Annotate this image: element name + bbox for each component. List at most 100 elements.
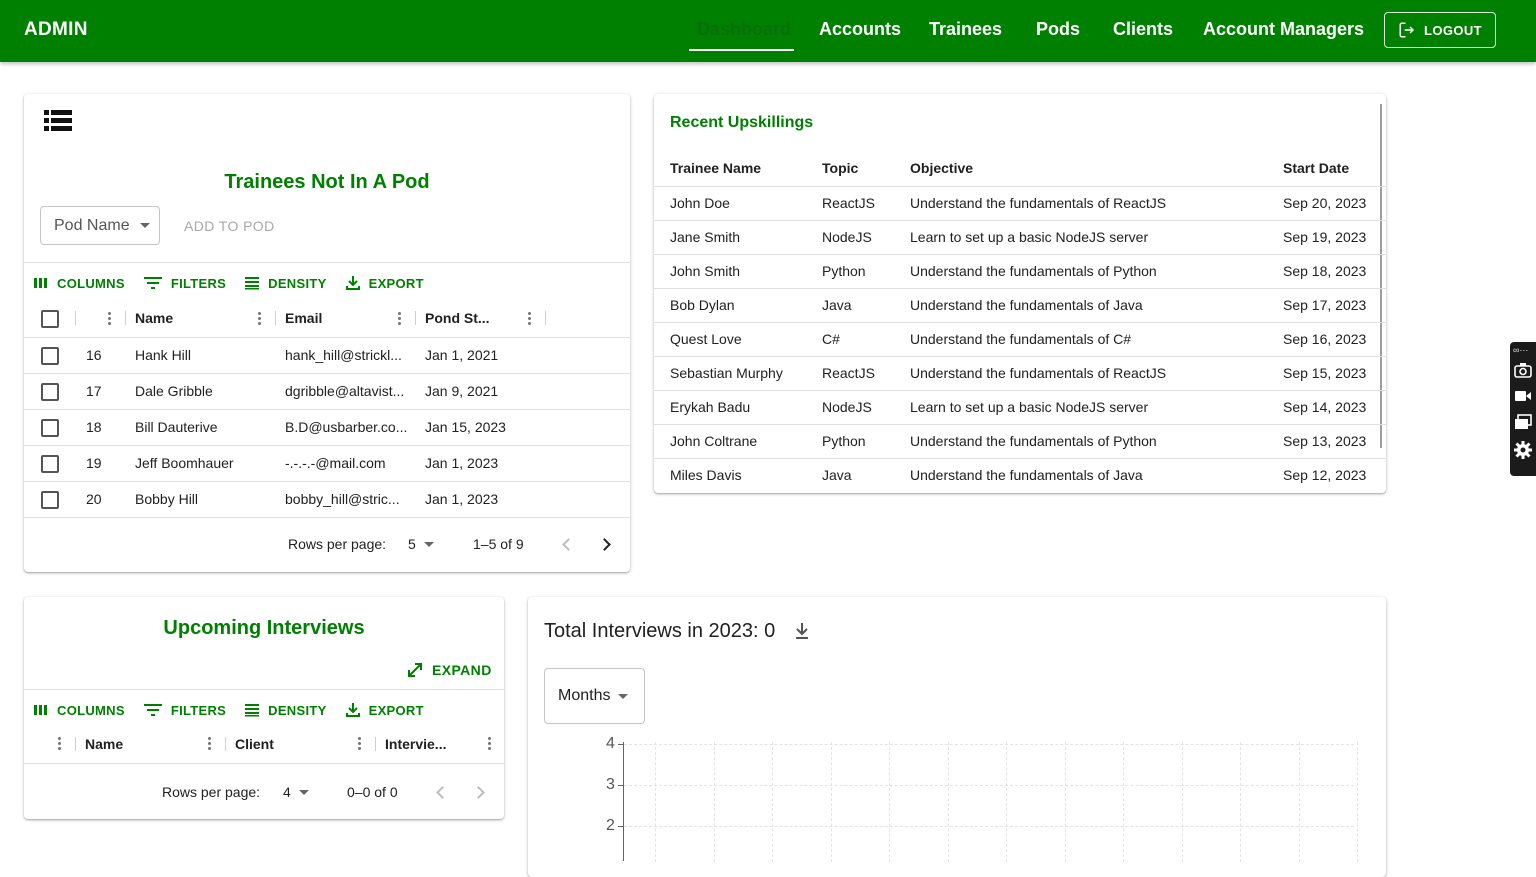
row-trainee-name: Miles Davis: [670, 467, 742, 483]
nav-account-managers[interactable]: Account Managers: [1203, 19, 1364, 40]
row-divider: [654, 424, 1386, 425]
y-tick-label: 4: [606, 735, 615, 752]
column-menu-icon[interactable]: [528, 312, 532, 326]
row-topic: Java: [822, 297, 852, 313]
camera-icon[interactable]: [1514, 362, 1532, 378]
export-button[interactable]: EXPORT: [345, 275, 424, 291]
density-label: DENSITY: [268, 275, 327, 291]
columns-icon: [34, 278, 47, 288]
trainees-not-in-pod-card: Trainees Not In A Pod Pod Name ADD TO PO…: [24, 94, 630, 572]
window-icon[interactable]: [1514, 414, 1532, 430]
row-topic: Python: [822, 263, 866, 279]
list-view-icon[interactable]: [44, 110, 72, 132]
gear-icon[interactable]: [1513, 440, 1533, 460]
filters-button[interactable]: FILTERS: [143, 276, 226, 291]
column-menu-icon[interactable]: [358, 737, 362, 751]
row-checkbox[interactable]: [41, 383, 59, 401]
link-icon[interactable]: ∞⋯: [1513, 345, 1528, 356]
trainees-grid-toolbar: COLUMNS FILTERS DENSITY EXPORT: [33, 275, 442, 291]
y-tick-label: 2: [606, 817, 615, 834]
rows-per-page-select[interactable]: 4: [283, 784, 309, 800]
columns-label: COLUMNS: [57, 275, 125, 291]
grid-line-vertical: [655, 742, 656, 862]
column-header-client[interactable]: Client: [235, 736, 274, 752]
row-objective: Understand the fundamentals of ReactJS: [910, 365, 1167, 381]
column-separator: [75, 737, 76, 751]
grid-line-vertical: [947, 742, 949, 862]
grid-line-vertical: [889, 742, 890, 862]
nav-pods[interactable]: Pods: [1036, 19, 1080, 40]
row-id: 20: [86, 491, 102, 507]
density-button[interactable]: DENSITY: [244, 276, 326, 291]
column-menu-icon[interactable]: [258, 312, 262, 326]
column-menu-icon[interactable]: [58, 737, 62, 751]
row-name: Hank Hill: [135, 347, 192, 363]
column-menu-icon[interactable]: [488, 737, 492, 751]
logout-button[interactable]: LOGOUT: [1384, 12, 1496, 48]
row-checkbox[interactable]: [41, 491, 59, 509]
grid-line-vertical: [713, 742, 715, 862]
logout-label: LOGOUT: [1423, 22, 1482, 38]
row-objective: Understand the fundamentals of Java: [910, 297, 1143, 313]
pod-name-select[interactable]: Pod Name: [40, 206, 160, 245]
grid-line-horizontal: [624, 744, 1354, 745]
row-topic: ReactJS: [822, 365, 875, 381]
rows-per-page-select[interactable]: 5: [408, 536, 434, 552]
density-button[interactable]: DENSITY: [244, 703, 326, 718]
nav-clients[interactable]: Clients: [1113, 19, 1173, 40]
column-menu-icon[interactable]: [108, 312, 112, 326]
row-objective: Understand the fundamentals of Python: [910, 263, 1157, 279]
column-header-name[interactable]: Name: [85, 736, 123, 752]
column-menu-icon[interactable]: [208, 737, 212, 751]
row-checkbox[interactable]: [41, 419, 59, 437]
scrollbar[interactable]: [1380, 104, 1382, 448]
row-id: 17: [86, 383, 102, 399]
column-header-topic[interactable]: Topic: [822, 160, 858, 176]
columns-icon: [34, 705, 47, 715]
filters-button[interactable]: FILTERS: [143, 703, 226, 718]
column-header-interview[interactable]: Intervie...: [385, 736, 446, 752]
previous-page-icon[interactable]: [436, 786, 449, 799]
column-header-email[interactable]: Email: [285, 310, 322, 326]
expand-label: EXPAND: [432, 662, 492, 678]
grid-line-vertical: [1123, 742, 1124, 862]
chevron-down-icon: [298, 789, 309, 795]
expand-button[interactable]: EXPAND: [406, 661, 492, 679]
row-checkbox[interactable]: [41, 455, 59, 473]
period-select-value: Months: [558, 687, 611, 704]
column-header-pond-start[interactable]: Pond St...: [425, 310, 490, 326]
filter-icon: [143, 277, 162, 289]
expand-icon: [408, 663, 422, 677]
filter-icon: [143, 704, 162, 716]
grid-top-border: [24, 262, 630, 263]
column-menu-icon[interactable]: [398, 312, 402, 326]
next-page-icon[interactable]: [598, 538, 611, 551]
column-header-name[interactable]: Name: [135, 310, 173, 326]
nav-dashboard[interactable]: Dashboard: [697, 19, 791, 40]
row-checkbox[interactable]: [41, 347, 59, 365]
column-separator: [125, 311, 126, 325]
row-trainee-name: John Smith: [670, 263, 741, 279]
row-start-date: Sep 16, 2023: [1283, 331, 1367, 347]
column-header-objective[interactable]: Objective: [910, 160, 973, 176]
download-icon[interactable]: [794, 622, 810, 640]
columns-button[interactable]: COLUMNS: [33, 703, 125, 718]
nav-accounts[interactable]: Accounts: [819, 19, 901, 40]
column-header-start-date[interactable]: Start Date: [1283, 160, 1349, 176]
row-start-date: Sep 15, 2023: [1283, 365, 1367, 381]
nav-trainees[interactable]: Trainees: [929, 19, 1002, 40]
columns-button[interactable]: COLUMNS: [33, 276, 125, 291]
row-divider: [24, 481, 630, 482]
upskillings-card-title: Recent Upskillings: [670, 114, 814, 131]
grid-top-border: [24, 689, 504, 690]
column-header-trainee-name[interactable]: Trainee Name: [670, 160, 761, 176]
export-button[interactable]: EXPORT: [345, 702, 424, 718]
add-to-pod-button[interactable]: ADD TO POD: [184, 218, 275, 234]
previous-page-icon[interactable]: [562, 538, 575, 551]
period-select[interactable]: Months: [544, 668, 645, 724]
row-objective: Learn to set up a basic NodeJS server: [910, 399, 1149, 415]
next-page-icon[interactable]: [472, 786, 485, 799]
select-all-checkbox[interactable]: [41, 310, 59, 328]
row-name: Jeff Boomhauer: [135, 455, 234, 471]
video-icon[interactable]: [1514, 389, 1532, 403]
